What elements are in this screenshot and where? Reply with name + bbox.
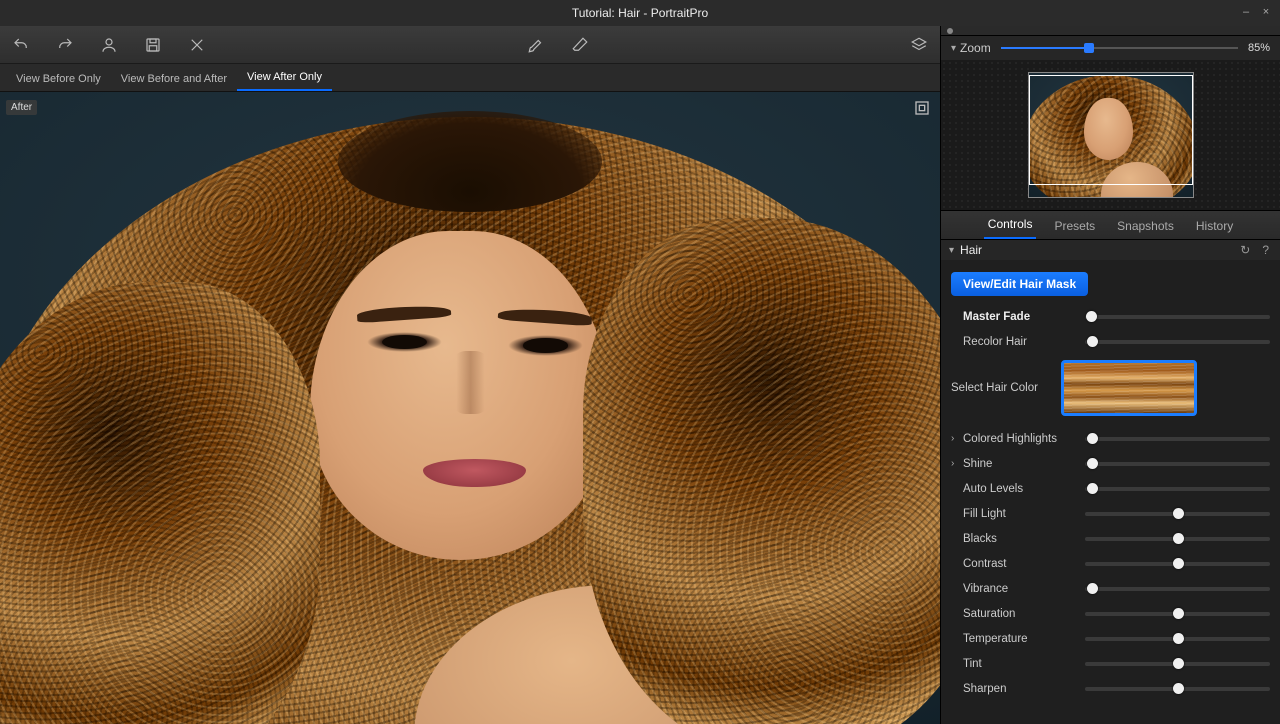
slider-temperature-track[interactable] — [1085, 637, 1270, 641]
titlebar: Tutorial: Hair - PortraitPro – × — [0, 0, 1280, 26]
select-hair-color-row: Select Hair Color — [951, 360, 1270, 416]
redo-icon[interactable] — [54, 34, 76, 56]
view-mode-tabs: View Before Only View Before and After V… — [0, 64, 940, 92]
window-buttons: – × — [1238, 4, 1274, 20]
eraser-icon[interactable] — [569, 34, 591, 56]
slider-master-fade: Master Fade — [951, 304, 1270, 329]
slider-tint-track[interactable] — [1085, 662, 1270, 666]
hair-color-swatch[interactable] — [1061, 360, 1197, 416]
window-title: Tutorial: Hair - PortraitPro — [572, 6, 708, 20]
layers-icon[interactable] — [908, 34, 930, 56]
slider-contrast-track[interactable] — [1085, 562, 1270, 566]
slider-fill-light-track[interactable] — [1085, 512, 1270, 516]
view-edit-hair-mask-button[interactable]: View/Edit Hair Mask — [951, 272, 1088, 296]
slider-saturation-track[interactable] — [1085, 612, 1270, 616]
slider-shine: ›Shine — [951, 451, 1270, 476]
section-hair-header[interactable]: ▾ Hair ↻ ? — [941, 240, 1280, 260]
zoom-value: 85% — [1248, 42, 1270, 54]
navigator-thumbnail[interactable] — [1028, 72, 1194, 198]
profile-icon[interactable] — [98, 34, 120, 56]
slider-recolor-hair-track[interactable] — [1085, 340, 1270, 344]
zoom-label: Zoom — [960, 41, 991, 55]
section-collapse-icon[interactable]: ▾ — [949, 245, 954, 256]
undo-icon[interactable] — [10, 34, 32, 56]
help-icon[interactable]: ? — [1259, 243, 1272, 257]
chevron-right-icon[interactable]: › — [951, 458, 961, 469]
tab-view-after[interactable]: View After Only — [237, 65, 332, 91]
save-icon[interactable] — [142, 34, 164, 56]
image-canvas[interactable]: After — [0, 92, 940, 724]
close-icon[interactable] — [186, 34, 208, 56]
hair-controls: View/Edit Hair Mask Master Fade Recolor … — [941, 260, 1280, 724]
slider-sharpen: Sharpen — [951, 676, 1270, 701]
slider-temperature: Temperature — [951, 626, 1270, 651]
slider-colored-highlights: ›Colored Highlights — [951, 426, 1270, 451]
section-hair-title: Hair — [960, 243, 982, 257]
zoom-collapse-icon[interactable]: ▾ — [951, 43, 956, 54]
tab-presets[interactable]: Presets — [1050, 213, 1099, 239]
controls-pane: ▾ Zoom 85% Controls P — [940, 26, 1280, 724]
navigator[interactable] — [941, 60, 1280, 210]
panel-grip[interactable] — [941, 26, 1280, 36]
editor-pane: View Before Only View Before and After V… — [0, 26, 940, 724]
slider-fill-light: Fill Light — [951, 501, 1270, 526]
brush-icon[interactable] — [525, 34, 547, 56]
slider-sharpen-track[interactable] — [1085, 687, 1270, 691]
reset-icon[interactable]: ↻ — [1237, 243, 1253, 257]
slider-shine-track[interactable] — [1085, 462, 1270, 466]
slider-tint: Tint — [951, 651, 1270, 676]
tab-controls[interactable]: Controls — [984, 211, 1037, 239]
slider-blacks-track[interactable] — [1085, 537, 1270, 541]
slider-vibrance: Vibrance — [951, 576, 1270, 601]
zoom-control: ▾ Zoom 85% — [941, 36, 1280, 60]
close-button[interactable]: × — [1258, 4, 1274, 20]
tab-history[interactable]: History — [1192, 213, 1237, 239]
slider-vibrance-track[interactable] — [1085, 587, 1270, 591]
side-panel-tabs: Controls Presets Snapshots History — [941, 210, 1280, 240]
slider-auto-levels-track[interactable] — [1085, 487, 1270, 491]
minimize-button[interactable]: – — [1238, 4, 1254, 20]
portrait-image — [0, 92, 940, 724]
slider-saturation: Saturation — [951, 601, 1270, 626]
tab-view-both[interactable]: View Before and After — [111, 67, 237, 91]
slider-auto-levels: Auto Levels — [951, 476, 1270, 501]
chevron-right-icon[interactable]: › — [951, 433, 961, 444]
zoom-slider[interactable] — [1001, 45, 1238, 51]
slider-master-fade-track[interactable] — [1085, 315, 1270, 319]
after-label: After — [6, 100, 37, 115]
slider-contrast: Contrast — [951, 551, 1270, 576]
slider-blacks: Blacks — [951, 526, 1270, 551]
slider-recolor-hair: Recolor Hair — [951, 329, 1270, 354]
fit-to-window-icon[interactable] — [914, 100, 930, 116]
slider-colored-highlights-track[interactable] — [1085, 437, 1270, 441]
tab-snapshots[interactable]: Snapshots — [1113, 213, 1178, 239]
main-toolbar — [0, 26, 940, 64]
tab-view-before[interactable]: View Before Only — [6, 67, 111, 91]
